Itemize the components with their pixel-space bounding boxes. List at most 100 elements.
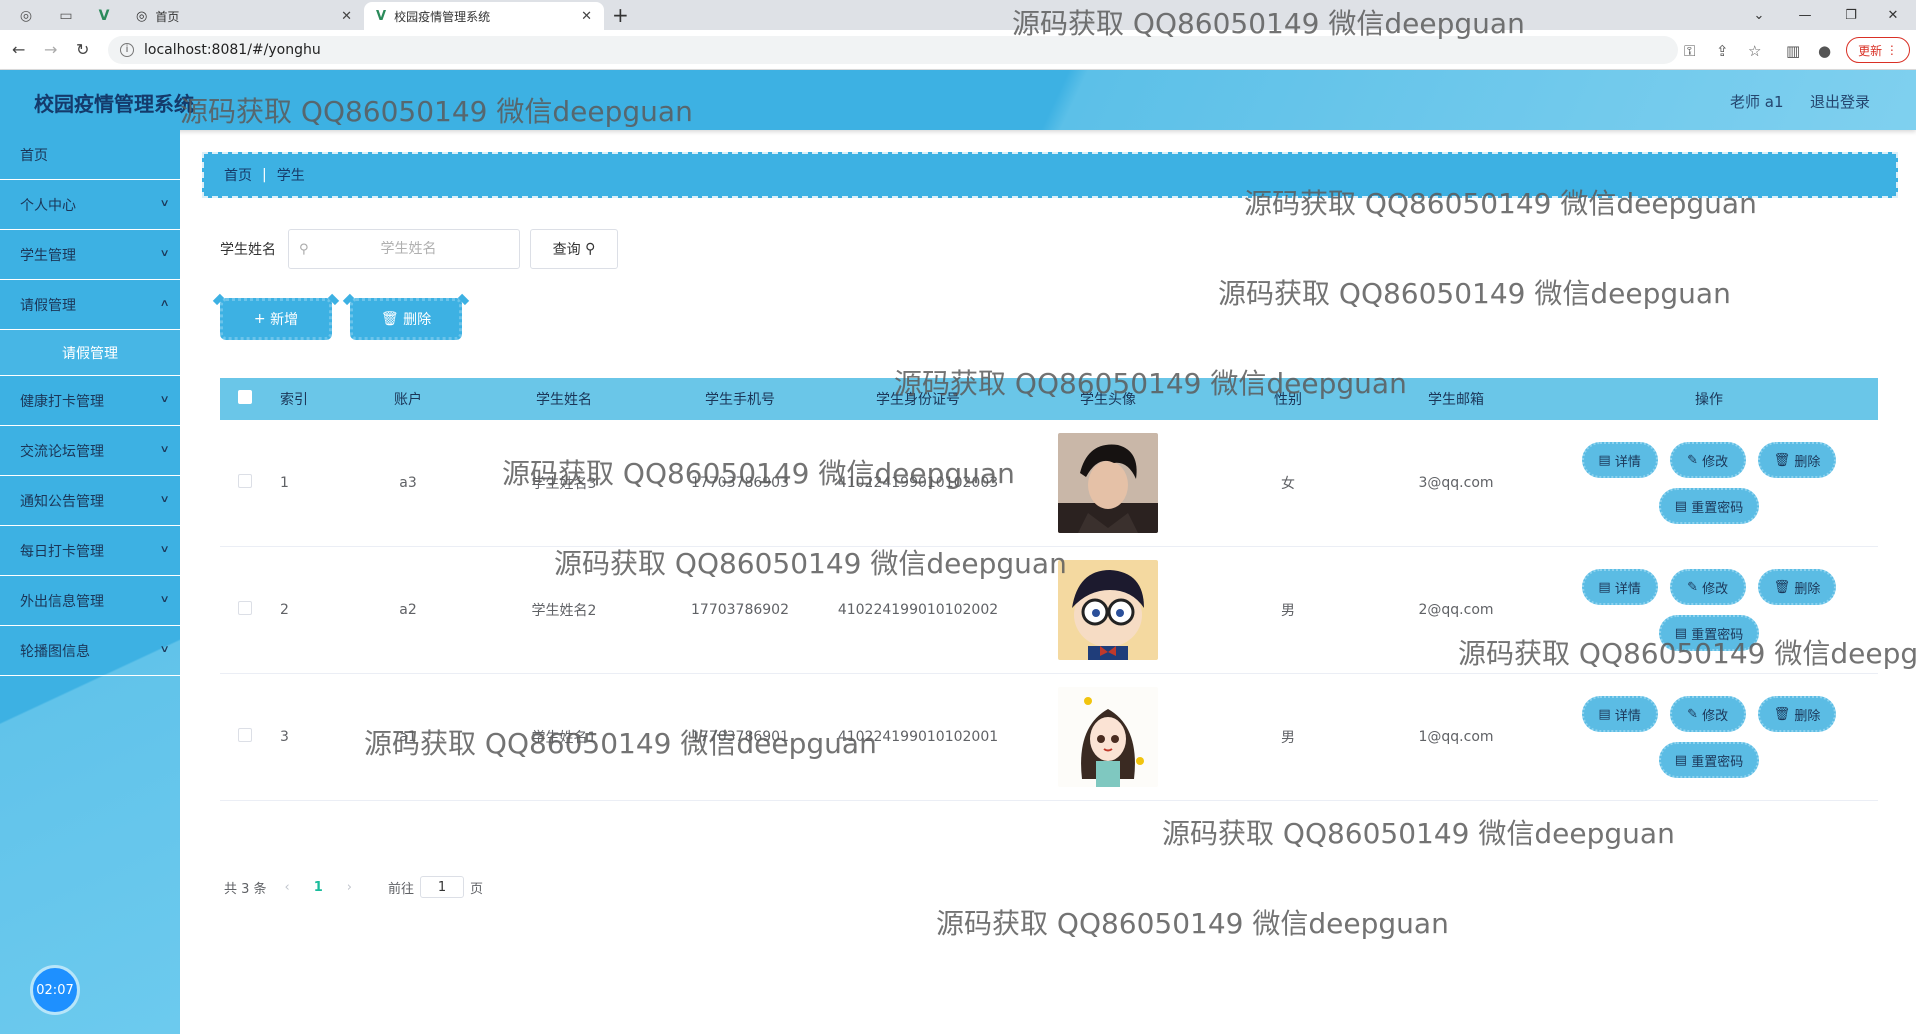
- close-tab-icon[interactable]: ✕: [581, 9, 592, 24]
- breadcrumb-separator: |: [262, 167, 267, 183]
- key-icon[interactable]: ⚿: [1684, 42, 1695, 60]
- batch-delete-button[interactable]: 🗑 删除: [350, 298, 462, 340]
- tab-label: 首页: [155, 9, 180, 24]
- vue-icon: V: [376, 8, 387, 24]
- reset-password-button[interactable]: ▤ 重置密码: [1658, 742, 1760, 778]
- breadcrumb-home[interactable]: 首页: [224, 165, 252, 185]
- pager-current-page[interactable]: 1: [314, 880, 323, 895]
- cell-phone: 17703786902: [691, 602, 789, 618]
- sidebar-item-outing[interactable]: 外出信息管理 ∨: [0, 576, 180, 626]
- sidebar: 首页 个人中心 ∨ 学生管理 ∨ 请假管理 ∧ 请假管理 健康打卡管理 ∨ 交流论坛管理…: [0, 130, 180, 1034]
- new-tab-button[interactable]: +: [612, 3, 629, 27]
- sidebar-item-home[interactable]: 首页: [0, 130, 180, 180]
- chevron-up-icon: ∧: [159, 298, 170, 309]
- globe-icon: ◎: [136, 8, 148, 24]
- chevron-down-icon: ∨: [159, 248, 170, 259]
- pinned-tab-globe-icon[interactable]: ◎: [10, 4, 42, 28]
- row-checkbox[interactable]: [238, 601, 252, 615]
- pager-goto-label: 前往: [388, 881, 415, 897]
- table-row: 2 a2 学生姓名2 17703786902 41022419901010200…: [220, 547, 1878, 674]
- sidebar-item-personal-center[interactable]: 个人中心 ∨: [0, 180, 180, 230]
- cell-gender: 女: [1281, 476, 1295, 492]
- add-button[interactable]: + 新增: [220, 298, 332, 340]
- detail-button[interactable]: ▤ 详情: [1581, 442, 1658, 478]
- chevron-down-icon: ∨: [159, 644, 170, 655]
- delete-button[interactable]: 🗑 删除: [1757, 442, 1837, 478]
- trash-icon: 🗑: [1773, 579, 1791, 595]
- clock-widget: 02:07: [30, 965, 80, 1015]
- bookmark-star-icon[interactable]: ☆: [1748, 42, 1761, 60]
- trash-icon: 🗑: [1773, 452, 1791, 468]
- reload-icon[interactable]: ↻: [76, 40, 89, 59]
- cell-account: a3: [399, 475, 417, 491]
- search-label: 学生姓名: [220, 242, 276, 258]
- next-page-icon[interactable]: ›: [347, 880, 352, 895]
- col-header: 性别: [1274, 392, 1302, 408]
- edit-button[interactable]: ✎ 修改: [1669, 696, 1746, 732]
- sidebar-item-notice[interactable]: 通知公告管理 ∨: [0, 476, 180, 526]
- select-all-checkbox[interactable]: [238, 390, 252, 404]
- chevron-down-icon: ∨: [159, 594, 170, 605]
- plus-icon: +: [253, 311, 266, 327]
- detail-button[interactable]: ▤ 详情: [1581, 569, 1658, 605]
- row-checkbox[interactable]: [238, 474, 252, 488]
- site-info-icon[interactable]: i: [120, 43, 134, 57]
- cell-index: 2: [280, 602, 289, 618]
- table-row: 1 a3 学生姓名3 17703786903 41022419901010200…: [220, 420, 1878, 547]
- cell-name: 学生姓名3: [531, 476, 597, 492]
- breadcrumb-current: 学生: [276, 168, 305, 184]
- edit-icon: ✎: [1687, 579, 1699, 595]
- close-tab-icon[interactable]: ✕: [341, 9, 352, 24]
- edit-button[interactable]: ✎ 修改: [1669, 569, 1746, 605]
- cell-email: 1@qq.com: [1418, 729, 1494, 745]
- sidebar-item-health-checkin[interactable]: 健康打卡管理 ∨: [0, 376, 180, 426]
- row-checkbox[interactable]: [238, 728, 252, 742]
- url-field[interactable]: i localhost:8081/#/yonghu: [108, 36, 1678, 64]
- chevron-down-icon: ∨: [159, 494, 170, 505]
- cell-email: 3@qq.com: [1418, 475, 1494, 491]
- tab-search-icon[interactable]: ⌄: [1736, 0, 1782, 30]
- sidebar-item-leave-mgmt[interactable]: 请假管理 ∧: [0, 280, 180, 330]
- forward-icon[interactable]: →: [44, 40, 57, 59]
- tab-campus-system[interactable]: V 校园疫情管理系统 ✕: [364, 2, 604, 30]
- reset-password-button[interactable]: ▤ 重置密码: [1658, 615, 1760, 651]
- side-panel-icon[interactable]: ▥: [1786, 42, 1800, 60]
- edit-button[interactable]: ✎ 修改: [1669, 442, 1746, 478]
- delete-button[interactable]: 🗑 删除: [1757, 569, 1837, 605]
- action-row: + 新增 🗑 删除: [220, 298, 480, 340]
- profile-icon[interactable]: ●: [1818, 42, 1831, 60]
- cell-index: 1: [280, 475, 289, 491]
- sidebar-item-daily-checkin[interactable]: 每日打卡管理 ∨: [0, 526, 180, 576]
- reset-password-button[interactable]: ▤ 重置密码: [1658, 488, 1760, 524]
- logout-link[interactable]: 退出登录: [1810, 91, 1870, 112]
- share-icon[interactable]: ⇪: [1716, 42, 1729, 60]
- pager-page-unit: 页: [470, 881, 484, 897]
- sidebar-subitem-leave-mgmt[interactable]: 请假管理: [0, 330, 180, 376]
- col-header: 学生身份证号: [876, 392, 960, 408]
- back-icon[interactable]: ←: [12, 40, 25, 59]
- close-window-button[interactable]: ✕: [1870, 0, 1916, 30]
- document-icon: ▤: [1674, 498, 1688, 514]
- query-button[interactable]: 查询 ⚲: [530, 229, 618, 269]
- restore-button[interactable]: ❐: [1828, 0, 1874, 30]
- minimize-button[interactable]: —: [1782, 0, 1828, 30]
- detail-button[interactable]: ▤ 详情: [1581, 696, 1658, 732]
- table-header: 索引 账户 学生姓名 学生手机号 学生身份证号 学生头像 性别 学生邮箱 操作: [220, 378, 1878, 420]
- sidebar-item-forum[interactable]: 交流论坛管理 ∨: [0, 426, 180, 476]
- pinned-tab-vue-icon[interactable]: V: [88, 4, 120, 28]
- sidebar-item-carousel[interactable]: 轮播图信息 ∨: [0, 626, 180, 676]
- sidebar-item-student-mgmt[interactable]: 学生管理 ∨: [0, 230, 180, 280]
- document-icon: ▤: [1598, 706, 1611, 722]
- cell-phone: 17703786903: [691, 475, 789, 491]
- app: 校园疫情管理系统 老师 a1 退出登录 首页 个人中心 ∨ 学生管理 ∨ 请假管理 ∧…: [0, 70, 1916, 1034]
- cell-email: 2@qq.com: [1418, 602, 1494, 618]
- pinned-tab-page-icon[interactable]: ▭: [50, 4, 82, 28]
- search-input-wrapper[interactable]: ⚲: [288, 229, 520, 269]
- update-button[interactable]: 更新 ⋮: [1846, 37, 1910, 63]
- tab-home[interactable]: ◎ 首页 ✕: [124, 2, 364, 30]
- pager-goto-input[interactable]: 1: [420, 876, 465, 898]
- delete-button[interactable]: 🗑 删除: [1757, 696, 1837, 732]
- table-row: 3 a1 学生姓名1 17703786901 41022419901010200…: [220, 674, 1878, 801]
- student-name-input[interactable]: [308, 241, 509, 257]
- prev-page-icon[interactable]: ‹: [285, 880, 290, 895]
